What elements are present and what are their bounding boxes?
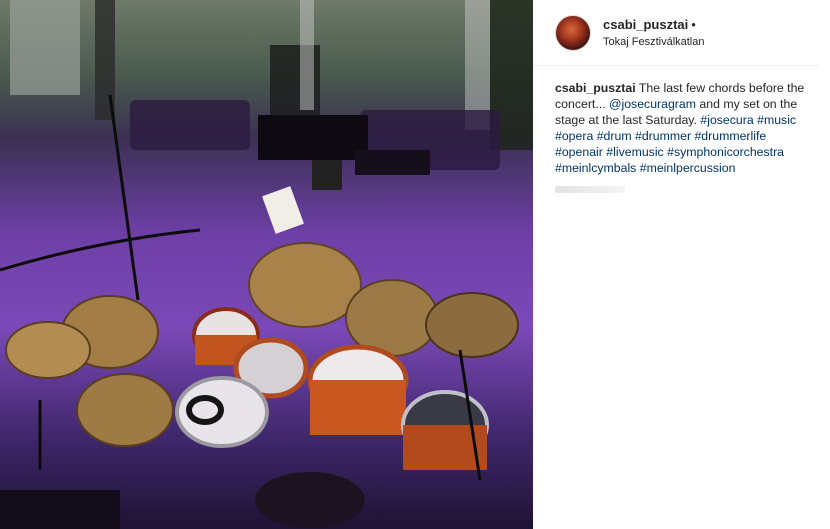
hashtag-link[interactable]: #meinlcymbals bbox=[555, 161, 636, 175]
hashtag-link[interactable]: #symphonicorchestra bbox=[667, 145, 784, 159]
avatar[interactable] bbox=[555, 15, 591, 51]
faded-timestamp bbox=[555, 186, 625, 193]
hashtag-link[interactable]: #meinlpercussion bbox=[640, 161, 736, 175]
post-caption: csabi_pusztai The last few chords before… bbox=[555, 80, 817, 176]
post-header: csabi_pusztai • Tokaj Fesztiválkatlan bbox=[533, 0, 818, 66]
caption-author-link[interactable]: csabi_pusztai bbox=[555, 81, 636, 95]
stage-drum-kit-image bbox=[0, 0, 533, 529]
hashtag-link[interactable]: #opera bbox=[555, 129, 593, 143]
hashtag-link[interactable]: #drummerlife bbox=[694, 129, 766, 143]
header-user-row: csabi_pusztai • bbox=[603, 17, 696, 32]
hashtag-link[interactable]: #drummer bbox=[635, 129, 691, 143]
mention-link[interactable]: @josecuragram bbox=[609, 97, 696, 111]
header-dot: • bbox=[691, 17, 696, 32]
hashtag-link[interactable]: #openair bbox=[555, 145, 603, 159]
username-link[interactable]: csabi_pusztai bbox=[603, 17, 688, 32]
hashtag-link[interactable]: #music bbox=[757, 113, 796, 127]
hashtag-link[interactable]: #josecura bbox=[700, 113, 753, 127]
post-sidebar: csabi_pusztai • Tokaj Fesztiválkatlan csa… bbox=[533, 0, 830, 529]
hashtag-link[interactable]: #drum bbox=[597, 129, 632, 143]
hashtag-link[interactable]: #livemusic bbox=[606, 145, 663, 159]
location-link[interactable]: Tokaj Fesztiválkatlan bbox=[603, 36, 705, 48]
post-photo[interactable] bbox=[0, 0, 533, 529]
